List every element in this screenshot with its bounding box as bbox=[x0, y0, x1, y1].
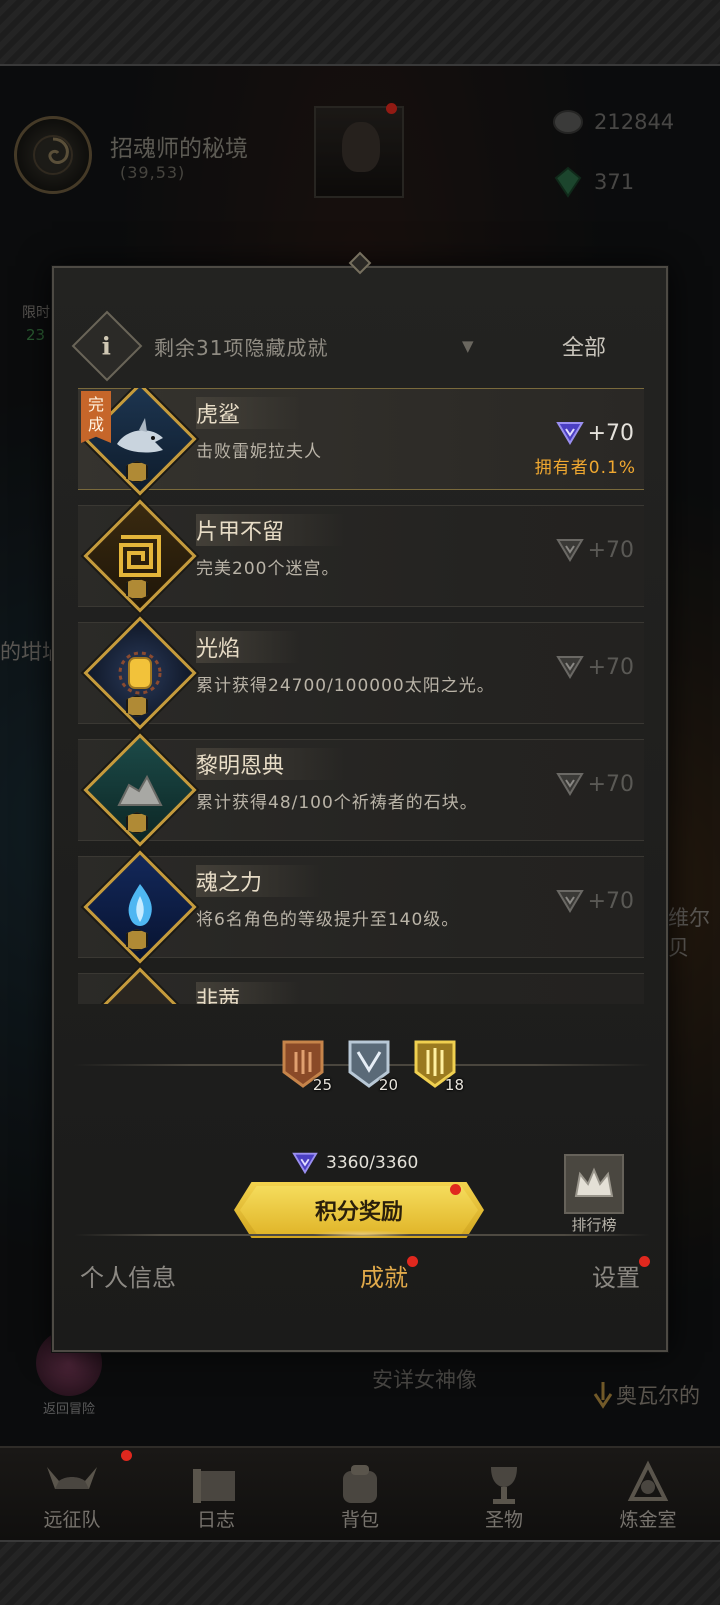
nav-alchemy[interactable]: 炼金室 bbox=[576, 1448, 720, 1540]
tab-achievements-dot bbox=[407, 1256, 418, 1267]
nav-alchemy-label: 炼金室 bbox=[619, 1509, 677, 1531]
nav-bag-label: 背包 bbox=[340, 1509, 379, 1531]
nav-log-label: 日志 bbox=[196, 1509, 235, 1531]
crown-icon bbox=[574, 1167, 614, 1197]
gold-medal-count: 18 bbox=[444, 1076, 464, 1094]
achievement-points: 3360/3360 bbox=[292, 1150, 418, 1176]
modal-tabs: 个人信息 成就 设置 bbox=[54, 1256, 666, 1293]
medal-summary: 25 20 18 bbox=[280, 1038, 464, 1094]
achievements-modal: i 剩余31项隐藏成就 ▼ 全部 完成 虎鲨 击败雷妮拉夫人 +70 拥有者0.… bbox=[52, 266, 668, 1352]
tab-profile[interactable]: 个人信息 bbox=[80, 1258, 176, 1293]
scroll-icon bbox=[193, 1469, 235, 1503]
achievement-reward: +70 bbox=[555, 419, 634, 447]
achievement-reward-value: +70 bbox=[587, 888, 634, 914]
alchemy-symbol-icon bbox=[627, 1460, 669, 1501]
achievement-row[interactable]: 黎明恩典 累计获得48/100个祈祷者的石块。 +70 bbox=[78, 733, 644, 847]
achievement-title: 非茜 bbox=[196, 982, 301, 1004]
achievement-title: 片甲不留 bbox=[196, 514, 345, 546]
achievement-desc: 累计获得24700/100000太阳之光。 bbox=[196, 676, 495, 696]
info-glyph: i bbox=[102, 331, 112, 361]
achievement-tier-badge bbox=[126, 578, 148, 600]
tiger-shark-icon bbox=[117, 418, 163, 453]
bronze-medal: 25 bbox=[280, 1038, 332, 1094]
achievement-tier-badge bbox=[126, 461, 148, 483]
achievement-desc: 完美200个迷宫。 bbox=[196, 559, 340, 579]
bronze-medal-count: 25 bbox=[312, 1076, 332, 1094]
achievement-title: 魂之力 bbox=[196, 865, 323, 897]
bottom-frame bbox=[0, 1540, 720, 1605]
achievement-filter: i 剩余31项隐藏成就 ▼ 全部 bbox=[71, 310, 648, 382]
filter-dropdown-all[interactable]: 全部 bbox=[562, 330, 606, 362]
active-tab-glow bbox=[312, 1230, 412, 1238]
silver-medal-count: 20 bbox=[378, 1076, 398, 1094]
bottom-nav: 远征队 日志 背包 圣物 炼金室 bbox=[0, 1446, 720, 1540]
achievement-point-icon bbox=[555, 422, 584, 445]
achievement-row[interactable]: 非茜 bbox=[78, 967, 644, 1004]
achievement-reward: +70 bbox=[555, 653, 634, 681]
achievement-reward-value: +70 bbox=[587, 654, 634, 680]
achievement-point-icon bbox=[555, 773, 584, 796]
achievement-title: 光焰 bbox=[196, 631, 301, 663]
achievement-reward: +70 bbox=[555, 887, 634, 915]
achievement-point-icon bbox=[555, 890, 584, 913]
achievement-tier-badge bbox=[126, 695, 148, 717]
hidden-achievements-count: 剩余31项隐藏成就 bbox=[154, 335, 329, 360]
points-value: 3360/3360 bbox=[326, 1153, 419, 1173]
maze-icon bbox=[119, 535, 161, 577]
achievement-row[interactable]: 光焰 累计获得24700/100000太阳之光。 +70 bbox=[78, 616, 644, 730]
achievement-row[interactable]: 片甲不留 完美200个迷宫。 +70 bbox=[78, 499, 644, 613]
achievement-reward-value: +70 bbox=[587, 420, 634, 446]
achievement-point-icon bbox=[555, 656, 584, 679]
achievement-tier-badge bbox=[126, 929, 148, 951]
achievement-desc: 累计获得48/100个祈祷者的石块。 bbox=[196, 793, 478, 813]
achievement-reward-value: +70 bbox=[587, 537, 634, 563]
achievement-reward: +70 bbox=[555, 770, 634, 798]
dropdown-caret-icon[interactable]: ▼ bbox=[462, 337, 474, 355]
nav-relics[interactable]: 圣物 bbox=[432, 1448, 576, 1540]
tab-settings-dot bbox=[639, 1256, 650, 1267]
achievement-tier-badge bbox=[126, 812, 148, 834]
achievement-reward: +70 bbox=[555, 536, 634, 564]
leaderboard-button[interactable]: 排行榜 bbox=[562, 1154, 626, 1235]
info-icon[interactable]: i bbox=[71, 310, 143, 382]
achievement-title: 黎明恩典 bbox=[196, 748, 345, 780]
achievement-icon bbox=[83, 967, 197, 1004]
nav-expedition[interactable]: 远征队 bbox=[0, 1448, 144, 1540]
viking-helmet-icon bbox=[47, 1467, 97, 1489]
completed-tag: 完成 bbox=[81, 391, 111, 443]
nav-bag[interactable]: 背包 bbox=[288, 1448, 432, 1540]
prayer-stones-icon bbox=[117, 774, 163, 806]
achievement-desc: 击败雷妮拉夫人 bbox=[196, 442, 322, 462]
nav-expedition-dot bbox=[121, 1450, 132, 1461]
achievement-point-icon bbox=[292, 1152, 318, 1175]
achievement-desc: 将6名角色的等级提升至140级。 bbox=[196, 910, 460, 930]
nav-expedition-label: 远征队 bbox=[43, 1509, 101, 1531]
nav-relics-label: 圣物 bbox=[484, 1509, 523, 1531]
tab-achievements-label: 成就 bbox=[360, 1264, 408, 1292]
leaderboard-label: 排行榜 bbox=[571, 1216, 617, 1234]
tab-settings-label: 设置 bbox=[592, 1264, 640, 1292]
backpack-icon bbox=[343, 1465, 377, 1503]
achievement-point-icon bbox=[555, 539, 584, 562]
top-frame bbox=[0, 0, 720, 66]
reward-notification-dot bbox=[450, 1184, 461, 1195]
tab-achievements[interactable]: 成就 bbox=[360, 1256, 418, 1293]
tab-profile-label: 个人信息 bbox=[80, 1264, 176, 1292]
leaderboard-box bbox=[564, 1154, 624, 1214]
silver-medal: 20 bbox=[346, 1038, 398, 1094]
achievement-row[interactable]: 完成 虎鲨 击败雷妮拉夫人 +70 拥有者0.1% bbox=[78, 388, 644, 496]
owner-percentage: 拥有者0.1% bbox=[534, 458, 636, 478]
achievement-list[interactable]: 完成 虎鲨 击败雷妮拉夫人 +70 拥有者0.1% 片甲不留 完美200个迷宫。… bbox=[78, 388, 644, 1004]
achievement-row[interactable]: 魂之力 将6名角色的等级提升至140级。 +70 bbox=[78, 850, 644, 964]
nav-log[interactable]: 日志 bbox=[144, 1448, 288, 1540]
soul-flame-icon bbox=[128, 884, 152, 926]
chalice-icon bbox=[491, 1467, 517, 1504]
sun-lantern-icon bbox=[118, 651, 162, 695]
tab-settings[interactable]: 设置 bbox=[592, 1256, 650, 1293]
achievement-reward-value: +70 bbox=[587, 771, 634, 797]
gold-medal: 18 bbox=[412, 1038, 464, 1094]
achievement-title: 虎鲨 bbox=[196, 397, 301, 429]
